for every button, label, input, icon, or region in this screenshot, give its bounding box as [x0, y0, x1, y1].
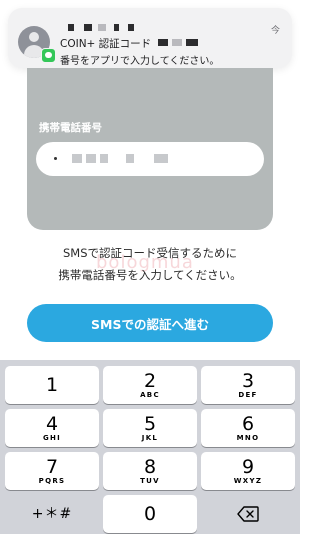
key-digit: 0: [143, 503, 157, 525]
phone-number-label: 携帯電話番号: [39, 122, 102, 134]
redaction-mark: [98, 24, 106, 31]
phone-input-card: 携帯電話番号: [27, 68, 273, 230]
screen: COIN+ 認証コード 番号をアプリで入力してください。 今 携帯電話番号 bo…: [0, 0, 300, 534]
backspace-key[interactable]: [201, 495, 295, 533]
key-letters: DEF: [238, 390, 258, 399]
numeric-keypad: 1 2 ABC 3 DEF 4 GHI 5 JKL 6 MNO 7 PQRS 8…: [0, 360, 300, 534]
notification-time: 今: [270, 26, 280, 36]
key-digit: 9: [241, 455, 255, 478]
instruction-line: 携帯電話番号を入力してください。: [58, 268, 242, 282]
key-letters: JKL: [141, 433, 159, 442]
key-digit: 4: [45, 412, 59, 435]
key-3[interactable]: 3 DEF: [201, 366, 295, 404]
key-2[interactable]: 2 ABC: [103, 366, 197, 404]
key-symbols[interactable]: +＊#: [5, 495, 99, 533]
key-digit: 7: [45, 455, 59, 478]
instruction-text: SMSで認証コード受信するために 携帯電話番号を入力してください。: [0, 242, 300, 286]
phone-number-input[interactable]: [36, 142, 264, 176]
redaction-mark: [186, 39, 198, 46]
key-digit: 6: [241, 412, 255, 435]
key-9[interactable]: 9 WXYZ: [201, 452, 295, 490]
key-digit: 3: [241, 369, 255, 392]
key-7[interactable]: 7 PQRS: [5, 452, 99, 490]
backspace-icon: [237, 506, 259, 522]
redaction-mark: [128, 24, 134, 31]
key-8[interactable]: 8 TUV: [103, 452, 197, 490]
redaction-mark: [172, 39, 182, 46]
key-letters: MNO: [236, 433, 260, 442]
key-letters: WXYZ: [233, 476, 263, 485]
redaction-mark: [84, 24, 92, 31]
redaction-mark: [68, 24, 74, 31]
sms-verify-button[interactable]: SMSでの認証へ進む: [27, 304, 273, 342]
key-6[interactable]: 6 MNO: [201, 409, 295, 447]
key-digit: 5: [143, 412, 157, 435]
key-letters: PQRS: [38, 476, 66, 485]
key-letters: TUV: [140, 476, 160, 485]
instruction-line: SMSで認証コード受信するために: [62, 246, 238, 260]
key-digit: 1: [45, 374, 59, 396]
key-5[interactable]: 5 JKL: [103, 409, 197, 447]
key-4[interactable]: 4 GHI: [5, 409, 99, 447]
key-0[interactable]: 0: [103, 495, 197, 533]
messages-app-icon: [41, 48, 56, 63]
key-1[interactable]: 1: [5, 366, 99, 404]
key-letters: ABC: [140, 390, 160, 399]
notification-banner[interactable]: COIN+ 認証コード 番号をアプリで入力してください。 今: [8, 8, 292, 68]
key-digit: 8: [143, 455, 157, 478]
redaction-mark: [158, 39, 168, 46]
notification-body: 番号をアプリで入力してください。: [60, 56, 220, 67]
redaction-mark: [114, 24, 119, 31]
key-digit: +＊#: [31, 506, 73, 522]
key-digit: 2: [143, 369, 157, 392]
notification-title: COIN+ 認証コード: [60, 38, 152, 50]
key-letters: GHI: [42, 433, 62, 442]
